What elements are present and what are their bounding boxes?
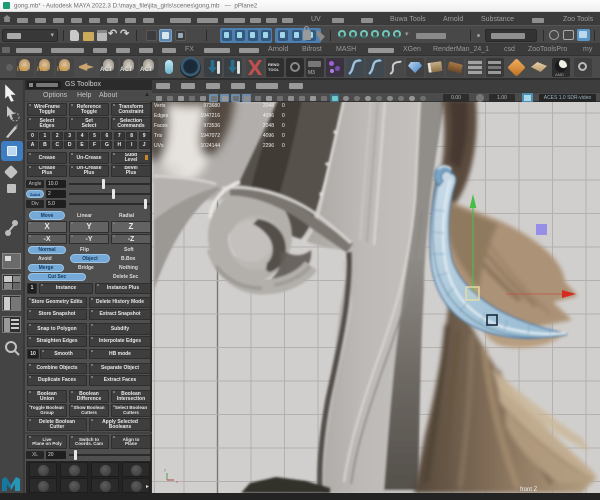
svg-text:y: y — [164, 467, 166, 472]
svg-text:x: x — [176, 479, 178, 484]
